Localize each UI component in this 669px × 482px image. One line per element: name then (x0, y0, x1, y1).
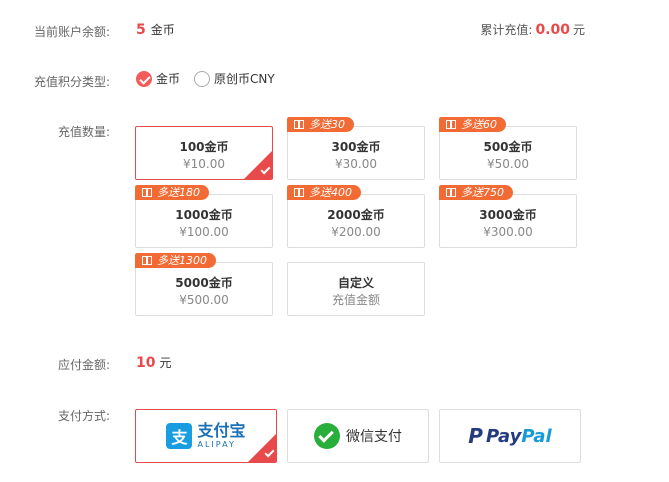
package-price: 充值金额 (331, 293, 380, 307)
package-card-100[interactable]: 100金币 ¥10.00 (135, 126, 273, 180)
balance-value: 5 金币 (136, 21, 175, 38)
alipay-logo-text: 支付宝 ALIPAY (197, 423, 245, 449)
gift-icon (294, 120, 304, 129)
pay-amount-number: 10 (136, 355, 156, 371)
alipay-icon: 支 (166, 423, 193, 449)
bonus-tag-text: 多送1300 (157, 254, 207, 267)
package-card-2000[interactable]: 2000金币 ¥200.00 (287, 194, 425, 248)
package-title: 3000金币 (479, 208, 537, 222)
paypal-option[interactable]: P PayPal (439, 409, 581, 463)
package-price: ¥100.00 (179, 225, 229, 239)
recharge-quantity-label: 充值数量: (57, 125, 110, 139)
paypal-logo-text: PayPal (486, 426, 552, 447)
payment-method-label: 支付方式: (57, 409, 110, 423)
package-card-custom[interactable]: 自定义 充值金额 (287, 262, 425, 316)
gift-icon (142, 256, 152, 265)
package-title: 自定义 (337, 276, 374, 290)
paypal-name-b: Pal (521, 425, 552, 447)
package-price: ¥200.00 (331, 225, 381, 239)
radio-original-cny[interactable]: 原创币CNY (194, 70, 275, 87)
radio-unchecked-icon (194, 70, 210, 87)
bonus-tag: 多送750 (439, 185, 513, 200)
gift-icon (446, 120, 456, 129)
package-price: ¥50.00 (487, 157, 529, 171)
radio-gold-coin-label: 金币 (156, 72, 181, 86)
bonus-tag: 多送30 (287, 117, 354, 132)
alipay-name: 支付宝 (197, 421, 246, 440)
wechat-pay-option[interactable]: 微信支付 (287, 409, 429, 463)
package-card-500[interactable]: 500金币 ¥50.00 (439, 126, 577, 180)
radio-gold-coin[interactable]: 金币 (136, 70, 180, 87)
recharge-type-label: 充值积分类型: (33, 75, 110, 89)
pay-amount-unit: 元 (159, 356, 172, 370)
total-recharge-label: 累计充值: (480, 23, 533, 37)
paypal-icon: P (468, 424, 483, 448)
radio-original-cny-label: 原创币CNY (214, 72, 275, 86)
package-price: ¥500.00 (179, 293, 229, 307)
pay-amount-label: 应付金额: (57, 358, 110, 372)
bonus-tag: 多送180 (135, 185, 209, 200)
package-title: 300金币 (331, 140, 381, 154)
package-title: 500金币 (483, 140, 533, 154)
total-recharge-unit: 元 (572, 23, 585, 37)
package-title: 1000金币 (175, 208, 233, 222)
gift-icon (142, 188, 152, 197)
gift-icon (446, 188, 456, 197)
gift-icon (294, 188, 304, 197)
package-price: ¥300.00 (483, 225, 533, 239)
paypal-name-a: Pay (485, 425, 522, 447)
bonus-tag: 多送60 (439, 117, 506, 132)
alipay-sub: ALIPAY (197, 440, 236, 449)
package-card-3000[interactable]: 3000金币 ¥300.00 (439, 194, 577, 248)
bonus-tag-text: 多送180 (157, 186, 200, 199)
pay-amount-value: 10 元 (136, 354, 172, 371)
balance-unit: 金币 (150, 23, 175, 37)
balance-label: 当前账户余额: (33, 25, 110, 39)
package-card-5000[interactable]: 5000金币 ¥500.00 (135, 262, 273, 316)
bonus-tag-text: 多送400 (309, 186, 352, 199)
radio-checked-icon (136, 70, 152, 87)
bonus-tag: 多送1300 (135, 253, 216, 268)
bonus-tag-text: 多送750 (461, 186, 504, 199)
balance-amount: 5 (136, 22, 146, 38)
package-card-300[interactable]: 300金币 ¥30.00 (287, 126, 425, 180)
alipay-option[interactable]: 支 支付宝 ALIPAY (135, 409, 277, 463)
wechat-pay-name: 微信支付 (346, 429, 402, 445)
package-card-1000[interactable]: 1000金币 ¥100.00 (135, 194, 273, 248)
package-price: ¥30.00 (335, 157, 377, 171)
total-recharge-amount: 0.00 (535, 22, 570, 38)
package-title: 5000金币 (175, 276, 233, 290)
wechat-icon (314, 423, 340, 449)
total-recharge: 累计充值: 0.00 元 (480, 21, 585, 38)
bonus-tag-text: 多送30 (309, 118, 345, 131)
package-title: 2000金币 (327, 208, 385, 222)
bonus-tag: 多送400 (287, 185, 361, 200)
bonus-tag-text: 多送60 (461, 118, 497, 131)
